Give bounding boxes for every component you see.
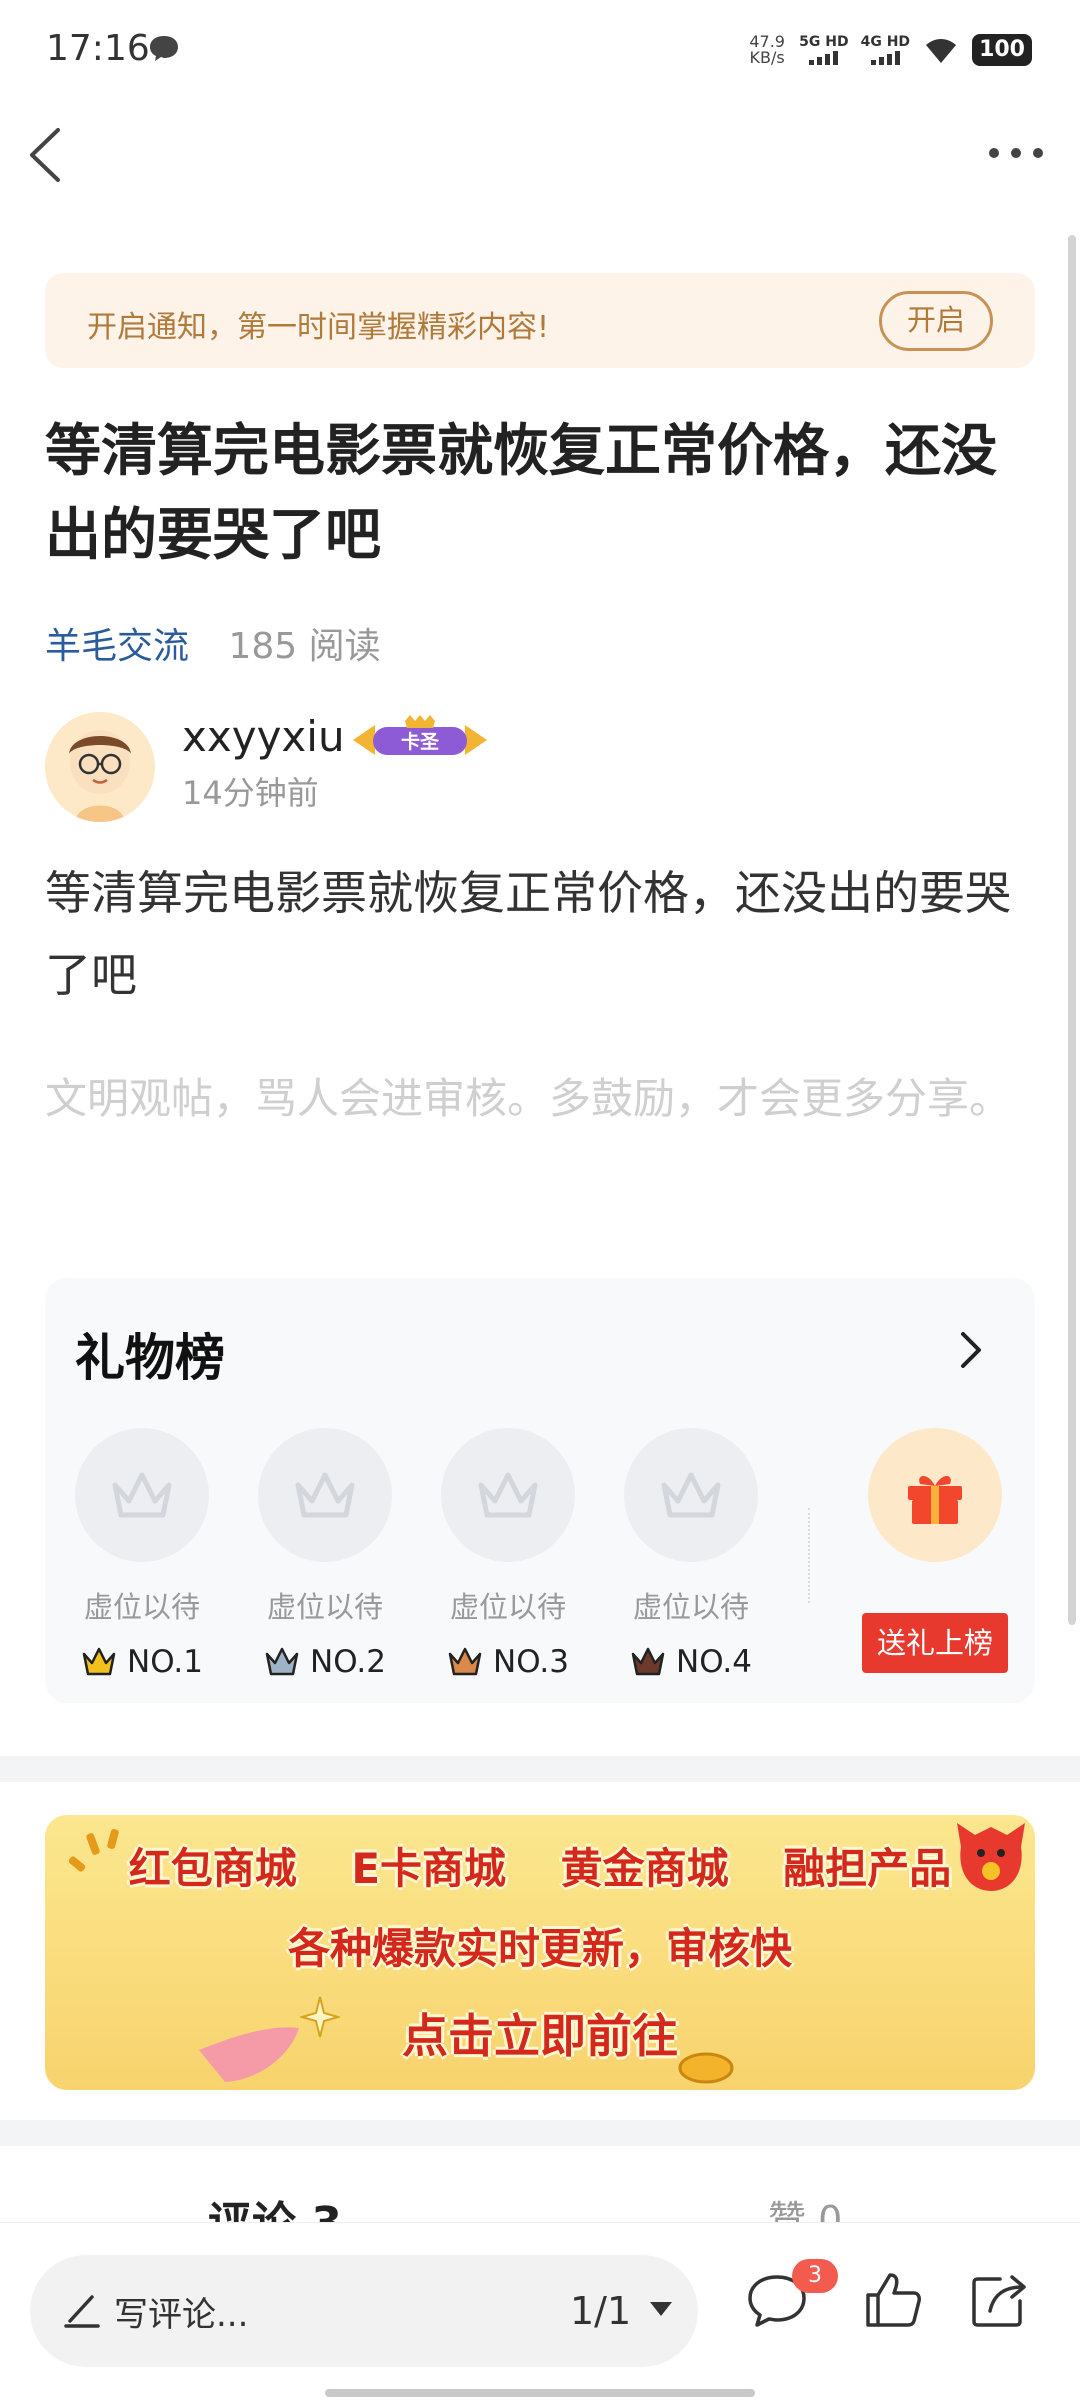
caret-down-icon[interactable] (648, 2299, 674, 2319)
enable-notify-button[interactable]: 开启 (879, 291, 993, 351)
status-bar: 17:16 47.9 KB/s 5G HD 4G HD 100 (0, 0, 1080, 100)
author-badge-text: 卡圣 (401, 730, 440, 753)
crown-outline-icon (75, 1428, 209, 1562)
slot-rank-label: NO.3 (493, 1644, 569, 1680)
slot-rank: NO.4 (624, 1644, 758, 1680)
gift-slot-4[interactable]: 虚位以待 NO.4 (624, 1428, 758, 1680)
signal-5g-label: 5G HD (799, 34, 849, 50)
status-indicators: 47.9 KB/s 5G HD 4G HD 100 (747, 30, 1032, 70)
post-body: 等清算完电影票就恢复正常价格，还没出的要哭了吧 (45, 866, 1011, 1002)
slot-label: 虚位以待 (266, 1590, 383, 1624)
dark-crown-icon (631, 1647, 665, 1676)
author-badge: 卡圣 (353, 715, 487, 755)
category-link[interactable]: 羊毛交流 (45, 626, 189, 667)
read-count: 185 阅读 (228, 626, 381, 667)
slot-rank: NO.3 (441, 1644, 575, 1680)
more-dots-icon[interactable] (986, 138, 1046, 168)
notify-text: 开启通知，第一时间掌握精彩内容! (87, 310, 550, 345)
slot-rank: NO.2 (258, 1644, 392, 1680)
status-time: 17:16 (46, 28, 150, 69)
signal-icon (809, 51, 839, 65)
signal-icon (870, 51, 900, 65)
page-indicator[interactable]: 1/1 (570, 2289, 631, 2333)
pen-icon (64, 2295, 100, 2328)
comments-header: 评论 3 赞 0 (0, 2145, 1080, 2225)
home-indicator[interactable] (325, 2389, 755, 2397)
back-chevron-icon[interactable] (22, 120, 72, 190)
net-speed-unit: KB/s (749, 48, 785, 67)
slot-label: 虚位以待 (83, 1590, 200, 1624)
promo-line-2: 各种爆款实时更新，审核快 (287, 1924, 792, 1973)
crown-outline-icon (258, 1428, 392, 1562)
section-divider (0, 2120, 1080, 2146)
likes-tab[interactable]: 赞 0 (768, 2189, 842, 2225)
post-time: 14分钟前 (182, 774, 319, 812)
gift-title: 礼物榜 (75, 1329, 225, 1387)
avatar[interactable] (45, 712, 155, 822)
signal-4g-label: 4G HD (860, 34, 911, 50)
divider (808, 1508, 810, 1603)
signal-4g: 4G HD (861, 35, 910, 65)
share-icon[interactable] (966, 2267, 1032, 2333)
thumbs-up-icon[interactable] (860, 2267, 926, 2333)
gift-box-icon[interactable] (868, 1428, 1002, 1562)
silver-crown-icon (265, 1647, 299, 1676)
post-hint: 文明观帖，骂人会进审核。多鼓励，才会更多分享。 (45, 1074, 1012, 1123)
notify-banner: 开启通知，第一时间掌握精彩内容! 开启 (45, 273, 1035, 368)
wifi-icon (926, 39, 957, 63)
net-speed: 47.9 KB/s (747, 34, 787, 66)
gift-slot-1[interactable]: 虚位以待 NO.1 (75, 1428, 209, 1680)
author-name[interactable]: xxyyxiu (182, 712, 345, 761)
message-bubble-icon (150, 36, 178, 61)
crown-outline-icon (624, 1428, 758, 1562)
post-meta: 羊毛交流 185 阅读 (45, 617, 381, 669)
send-gift-button[interactable]: 送礼上榜 (862, 1613, 1008, 1673)
comment-count-badge: 3 (792, 2259, 838, 2293)
slot-rank-label: NO.4 (676, 1644, 752, 1680)
star-sparkle-icon (300, 1996, 340, 2038)
gift-slot-3[interactable]: 虚位以待 NO.3 (441, 1428, 575, 1680)
promo-line-1: 红包商城 E卡商城 黄金商城 融担产品 (128, 1844, 952, 1893)
gift-leaderboard[interactable]: 礼物榜 虚位以待 NO.1 虚位以待 NO.2 虚位以待 NO.3 虚位以待 N… (45, 1278, 1035, 1703)
slot-rank: NO.1 (75, 1644, 209, 1680)
slot-rank-label: NO.2 (310, 1644, 386, 1680)
slot-rank-label: NO.1 (127, 1644, 203, 1680)
crown-outline-icon (441, 1428, 575, 1562)
promo-line-3: 点击立即前往 (402, 2009, 678, 2063)
chevron-right-icon[interactable] (955, 1328, 985, 1372)
scrollbar[interactable] (1068, 235, 1076, 1625)
bronze-crown-icon (448, 1647, 482, 1676)
section-divider (0, 1756, 1080, 1782)
comment-placeholder: 写评论... (114, 2295, 249, 2335)
top-nav (0, 110, 1080, 200)
pink-envelope-icon (199, 2027, 299, 2082)
signal-5g: 5G HD (799, 34, 849, 65)
gold-coin-icon (678, 2052, 734, 2084)
post-title: 等清算完电影票就恢复正常价格，还没出的要哭了吧 (45, 419, 997, 568)
promo-banner[interactable]: 红包商城 E卡商城 黄金商城 融担产品 各种爆款实时更新，审核快 点击立即前往 (45, 1815, 1035, 2090)
comments-tab[interactable]: 评论 3 (208, 2187, 342, 2225)
comment-input[interactable]: 写评论... 1/1 (30, 2255, 698, 2367)
slot-label: 虚位以待 (632, 1590, 749, 1624)
slot-label: 虚位以待 (449, 1590, 566, 1624)
battery-icon: 100 (972, 34, 1032, 66)
gold-crown-icon (82, 1647, 116, 1676)
avatar-illustration (45, 712, 155, 822)
bottom-bar: 写评论... 1/1 3 (0, 2222, 1080, 2400)
gift-slot-2[interactable]: 虚位以待 NO.2 (258, 1428, 392, 1680)
